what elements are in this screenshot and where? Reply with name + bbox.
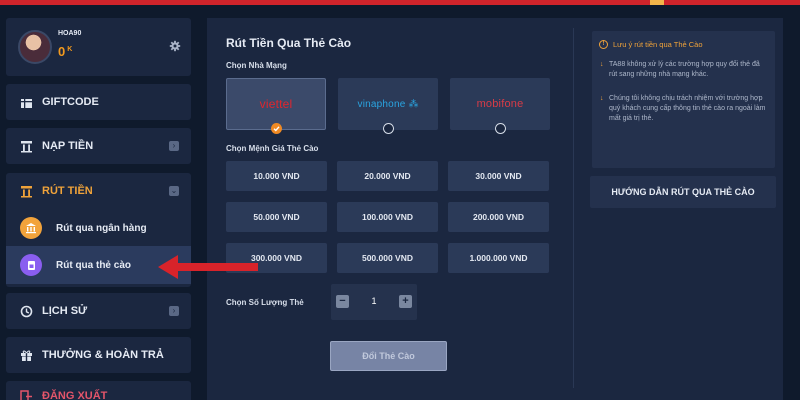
denomination-option[interactable]: 500.000 VND: [337, 243, 438, 273]
chevron-right-icon: ›: [169, 306, 179, 316]
sidebar-item-label: ĐĂNG XUẤT: [42, 390, 108, 400]
reward-icon: [19, 348, 33, 362]
denomination-option[interactable]: 20.000 VND: [337, 161, 438, 191]
sidebar-item-history[interactable]: LỊCH SỬ ›: [6, 293, 191, 329]
quantity-stepper: − 1 +: [331, 284, 417, 320]
sidebar-item-giftcode[interactable]: GIFTCODE: [6, 84, 191, 120]
sidebar-subitem-label: Rút qua thẻ cào: [56, 259, 132, 271]
gift-icon: [19, 95, 33, 109]
deposit-icon: [19, 139, 33, 153]
denomination-label: Chọn Mệnh Giá Thẻ Cào: [226, 144, 319, 153]
panel-divider: [573, 28, 574, 388]
guide-button[interactable]: HƯỚNG DẪN RÚT QUA THẺ CÀO: [590, 176, 776, 208]
vinaphone-logo-mark: ⁂: [408, 98, 419, 110]
denomination-option[interactable]: 1.000.000 VND: [448, 243, 549, 273]
viettel-logo: viettel: [259, 97, 293, 111]
logout-icon: [19, 389, 33, 400]
info-icon: !: [599, 40, 608, 49]
denomination-option[interactable]: 100.000 VND: [337, 202, 438, 232]
balance-unit: K: [67, 45, 73, 53]
sidebar-item-logout[interactable]: ĐĂNG XUẤT: [6, 381, 191, 400]
chevron-right-icon: ›: [169, 141, 179, 151]
arrow-down-icon: ↓: [600, 95, 604, 102]
network-label: Chọn Nhà Mạng: [226, 61, 287, 70]
sidebar-item-label: THƯỞNG & HOÀN TRẢ: [42, 349, 164, 361]
sidebar-item-label: RÚT TIỀN: [42, 185, 93, 197]
note-item: TA88 không xử lý các trường hợp quy đổi …: [609, 61, 760, 78]
denomination-option[interactable]: 10.000 VND: [226, 161, 327, 191]
notes-title-text: Lưu ý rút tiền qua Thẻ Cào: [613, 40, 703, 49]
arrow-down-icon: ↓: [600, 61, 604, 68]
card-icon: [20, 254, 42, 276]
network-radio-vinaphone[interactable]: [383, 123, 394, 134]
arrow-left-icon: [158, 255, 258, 279]
sidebar-item-deposit[interactable]: NẠP TIỀN ›: [6, 128, 191, 164]
avatar[interactable]: [18, 30, 52, 64]
sidebar-item-label: NẠP TIỀN: [42, 140, 94, 152]
mobifone-logo: mobifone: [476, 98, 524, 110]
network-radio-mobifone[interactable]: [495, 123, 506, 134]
sidebar-subitem-label: Rút qua ngân hàng: [56, 222, 147, 234]
withdraw-icon: [19, 184, 33, 198]
user-card: HOA90 0K: [6, 18, 191, 76]
denomination-option[interactable]: 50.000 VND: [226, 202, 327, 232]
denomination-option[interactable]: 200.000 VND: [448, 202, 549, 232]
gear-icon[interactable]: [169, 40, 181, 52]
balance: 0K: [58, 44, 72, 59]
denomination-option[interactable]: 30.000 VND: [448, 161, 549, 191]
page-title: Rút Tiền Qua Thẻ Cào: [226, 36, 352, 50]
quantity-label: Chọn Số Lượng Thẻ: [226, 298, 304, 307]
bank-icon: [20, 217, 42, 239]
exchange-card-button[interactable]: Đổi Thẻ Cào: [330, 341, 447, 371]
balance-value: 0: [58, 44, 66, 59]
sidebar-item-label: GIFTCODE: [42, 96, 99, 108]
note-item: Chúng tôi không chịu trách nhiệm với trư…: [609, 95, 766, 122]
notes-box: ! Lưu ý rút tiền qua Thẻ Cào ↓ TA88 khôn…: [592, 31, 775, 168]
check-icon: [273, 126, 280, 132]
top-banner: [0, 0, 800, 5]
vinaphone-logo: vinaphone: [357, 98, 406, 110]
chevron-down-icon: ⌄: [169, 186, 179, 196]
sidebar-item-label: LỊCH SỬ: [42, 305, 88, 317]
withdraw-card-panel: Rút Tiền Qua Thẻ Cào Chọn Nhà Mạng viett…: [207, 18, 783, 400]
notes-title: ! Lưu ý rút tiền qua Thẻ Cào: [599, 40, 703, 49]
plus-button[interactable]: +: [399, 295, 412, 308]
sidebar-item-withdraw[interactable]: RÚT TIỀN ⌄: [6, 173, 191, 209]
banner-decoration: [650, 0, 664, 5]
username: HOA90: [58, 30, 82, 37]
sidebar-subitem-bank[interactable]: Rút qua ngân hàng: [6, 209, 191, 247]
sidebar-item-reward[interactable]: THƯỞNG & HOÀN TRẢ: [6, 337, 191, 373]
quantity-value[interactable]: 1: [369, 296, 379, 306]
minus-button[interactable]: −: [336, 295, 349, 308]
history-icon: [19, 304, 33, 318]
network-radio-viettel[interactable]: [271, 123, 282, 134]
